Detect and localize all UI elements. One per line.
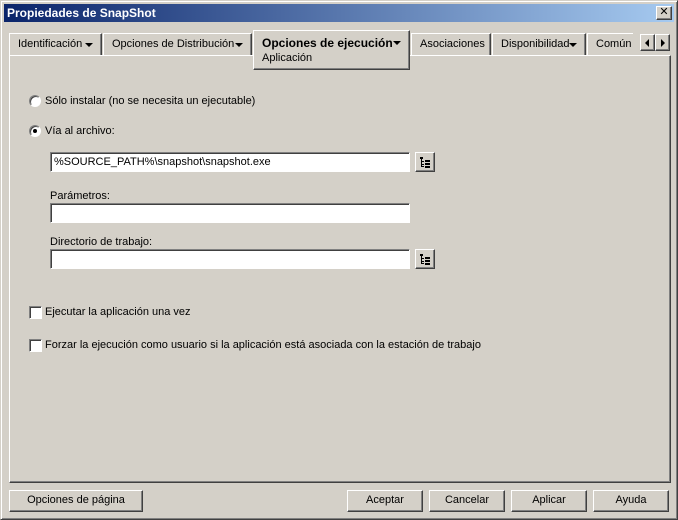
- parameters-input[interactable]: [50, 203, 410, 223]
- tab-opciones-ejecucion[interactable]: Opciones de ejecución Aplicación: [253, 30, 410, 70]
- subtab-aplicacion[interactable]: Aplicación: [262, 52, 409, 64]
- page-options-button[interactable]: Opciones de página: [9, 490, 143, 512]
- radio-install-only[interactable]: [29, 95, 41, 107]
- tab-label: Común: [596, 38, 632, 50]
- title-bar[interactable]: Propiedades de SnapShot ✕: [4, 4, 674, 22]
- window-title: Propiedades de SnapShot: [7, 6, 156, 20]
- tab-asociaciones[interactable]: Asociaciones: [411, 33, 491, 55]
- close-icon: ✕: [659, 6, 669, 18]
- tab-label: Disponibilidad: [501, 38, 570, 50]
- parameters-label: Parámetros:: [50, 190, 110, 202]
- chevron-down-icon[interactable]: [569, 43, 577, 47]
- workdir-label: Directorio de trabajo:: [50, 236, 153, 248]
- run-once-label[interactable]: Ejecutar la aplicación una vez: [45, 306, 191, 318]
- tab-label: Opciones de Distribución: [112, 38, 235, 50]
- browse-tree-icon: [420, 254, 430, 265]
- tab-label: Opciones de ejecución: [262, 36, 393, 50]
- file-path-browse-button[interactable]: [415, 152, 435, 172]
- tab-label: Identificación: [18, 38, 83, 50]
- chevron-down-icon[interactable]: [393, 41, 401, 45]
- ok-button[interactable]: Aceptar: [347, 490, 423, 512]
- force-run-as-user-checkbox[interactable]: [29, 339, 42, 352]
- tab-opciones-distribucion[interactable]: Opciones de Distribución: [103, 33, 252, 55]
- chevron-down-icon[interactable]: [235, 43, 243, 47]
- help-button[interactable]: Ayuda: [593, 490, 669, 512]
- workdir-browse-button[interactable]: [415, 249, 435, 269]
- arrow-right-icon: [661, 39, 665, 47]
- force-run-as-user-label[interactable]: Forzar la ejecución como usuario si la a…: [45, 339, 481, 351]
- radio-file-path-label[interactable]: Vía al archivo:: [45, 125, 115, 137]
- tab-strip: Identificación Opciones de Distribución …: [9, 30, 671, 70]
- run-once-checkbox[interactable]: [29, 306, 42, 319]
- properties-window: Propiedades de SnapShot ✕ Identificación…: [0, 0, 678, 520]
- apply-button[interactable]: Aplicar: [511, 490, 587, 512]
- workdir-input[interactable]: [50, 249, 410, 269]
- file-path-input[interactable]: %SOURCE_PATH%\snapshot\snapshot.exe: [50, 152, 410, 172]
- cancel-button[interactable]: Cancelar: [429, 490, 505, 512]
- close-button[interactable]: ✕: [656, 6, 672, 20]
- chevron-down-icon[interactable]: [85, 43, 93, 47]
- radio-selected-dot: [33, 129, 37, 133]
- arrow-left-icon: [645, 39, 649, 47]
- radio-install-only-label[interactable]: Sólo instalar (no se necesita un ejecuta…: [45, 95, 255, 107]
- tab-label: Asociaciones: [420, 38, 485, 50]
- browse-tree-icon: [420, 157, 430, 168]
- tab-scroll-left-button[interactable]: [640, 34, 655, 51]
- radio-file-path[interactable]: [29, 125, 41, 137]
- tab-scroll-buttons: [640, 34, 670, 52]
- tab-comun[interactable]: Común: [587, 33, 633, 55]
- tab-panel: [9, 55, 671, 483]
- tab-disponibilidad[interactable]: Disponibilidad: [492, 33, 586, 55]
- tab-identificacion[interactable]: Identificación: [9, 33, 102, 55]
- tab-scroll-right-button[interactable]: [655, 34, 670, 51]
